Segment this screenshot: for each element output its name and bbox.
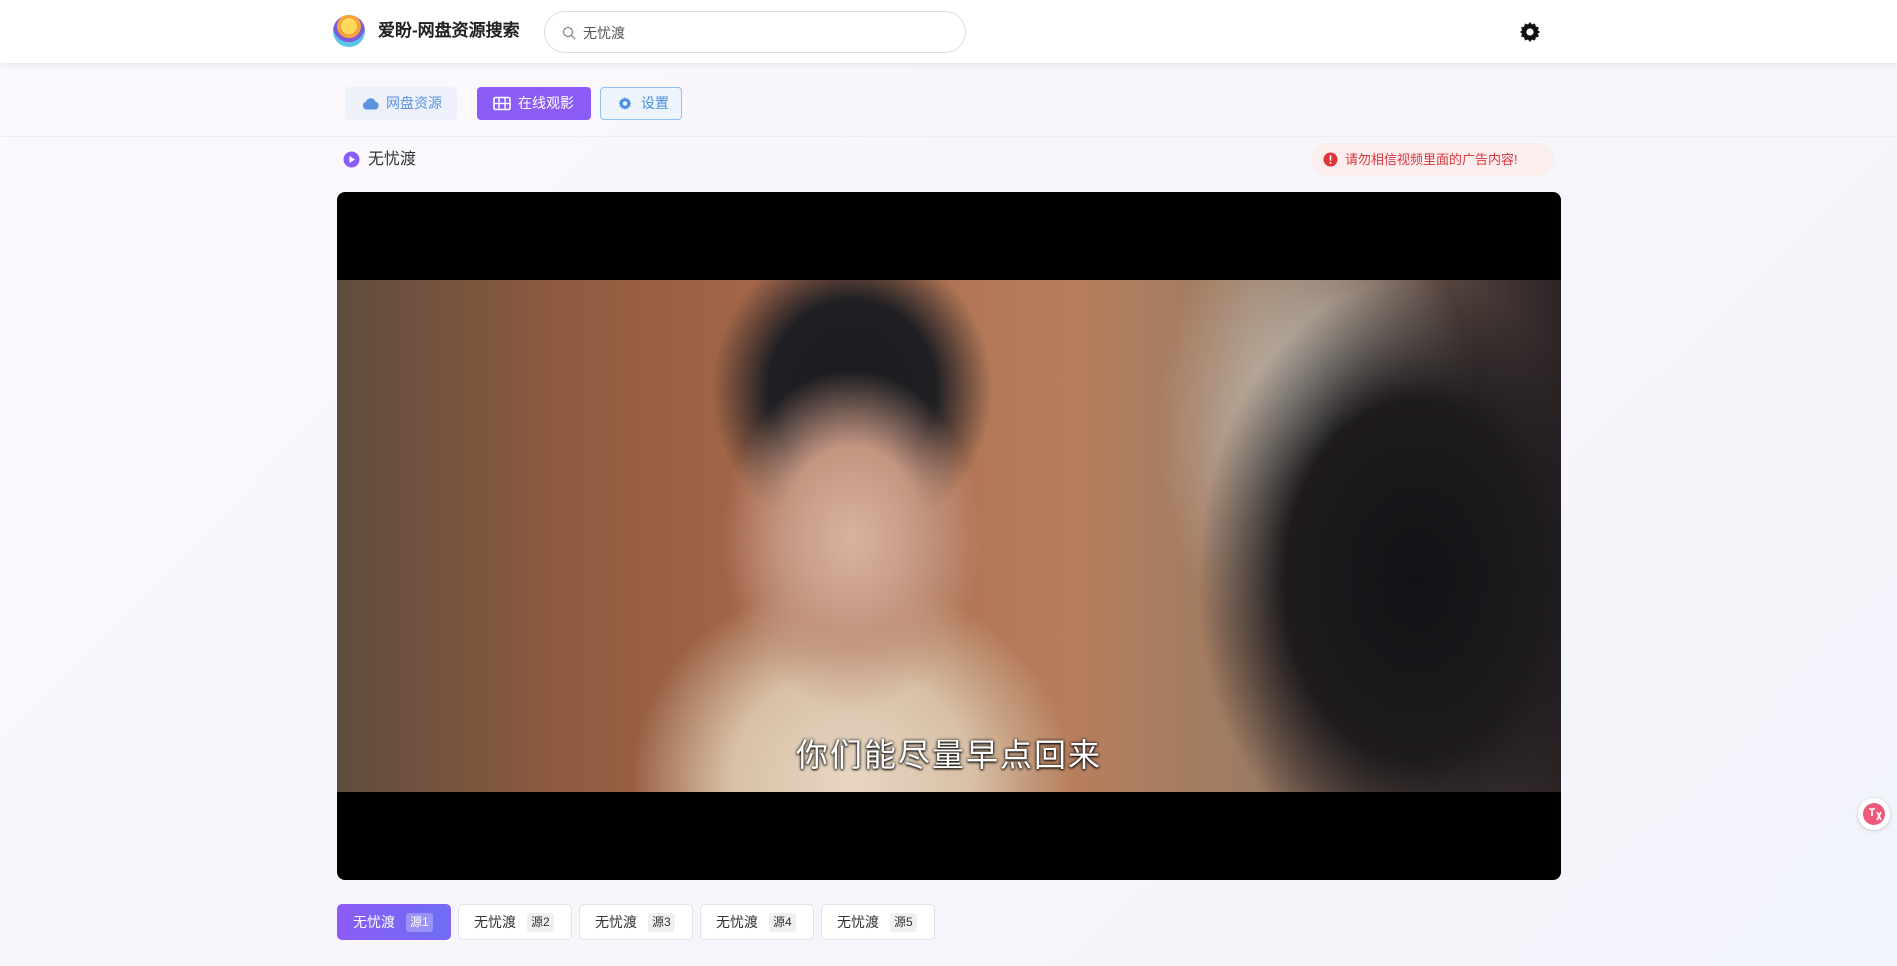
search-input[interactable] — [583, 21, 953, 45]
app-logo[interactable] — [333, 15, 365, 47]
tab-label: 在线观影 — [518, 95, 574, 111]
alert-icon — [1323, 152, 1338, 167]
source-name: 无忧渡 — [716, 914, 758, 930]
gear-icon[interactable] — [1518, 20, 1542, 44]
play-circle-icon — [343, 151, 360, 168]
tab-online-watch[interactable]: 在线观影 — [477, 87, 591, 120]
tab-settings[interactable]: 设置 — [600, 87, 682, 120]
source-tab-5[interactable]: 无忧渡 源5 — [821, 904, 935, 940]
video-frame[interactable] — [337, 280, 1561, 792]
top-header: 爱盼-网盘资源搜索 — [0, 0, 1897, 63]
source-badge: 源5 — [890, 913, 917, 932]
search-icon — [562, 26, 576, 40]
source-badge: 源3 — [648, 913, 675, 932]
source-badge: 源2 — [527, 913, 554, 932]
source-tab-1[interactable]: 无忧渡 源1 — [337, 904, 451, 940]
gear-icon — [618, 97, 632, 110]
tab-pan-resources[interactable]: 网盘资源 — [345, 87, 457, 120]
app-title[interactable]: 爱盼-网盘资源搜索 — [378, 20, 520, 42]
source-name: 无忧渡 — [353, 914, 395, 930]
translate-button[interactable] — [1858, 798, 1890, 830]
source-name: 无忧渡 — [595, 914, 637, 930]
source-tab-3[interactable]: 无忧渡 源3 — [579, 904, 693, 940]
source-tab-4[interactable]: 无忧渡 源4 — [700, 904, 814, 940]
source-tab-2[interactable]: 无忧渡 源2 — [458, 904, 572, 940]
film-icon — [493, 96, 511, 111]
nav-bar: 网盘资源 在线观影 设置 — [0, 63, 1897, 137]
video-player[interactable]: 你们能尽量早点回来 — [337, 192, 1561, 880]
video-title: 无忧渡 — [368, 151, 417, 168]
tab-label: 设置 — [641, 95, 669, 111]
ad-warning-badge: 请勿相信视频里面的广告内容! — [1311, 143, 1554, 176]
cloud-icon — [362, 98, 379, 110]
source-badge: 源4 — [769, 913, 796, 932]
source-name: 无忧渡 — [837, 914, 879, 930]
translate-icon — [1863, 803, 1885, 825]
warning-text: 请勿相信视频里面的广告内容! — [1345, 152, 1518, 167]
source-name: 无忧渡 — [474, 914, 516, 930]
source-badge: 源1 — [406, 913, 433, 932]
video-subtitle: 你们能尽量早点回来 — [795, 737, 1102, 773]
tab-label: 网盘资源 — [386, 95, 442, 111]
search-box[interactable] — [544, 11, 966, 53]
